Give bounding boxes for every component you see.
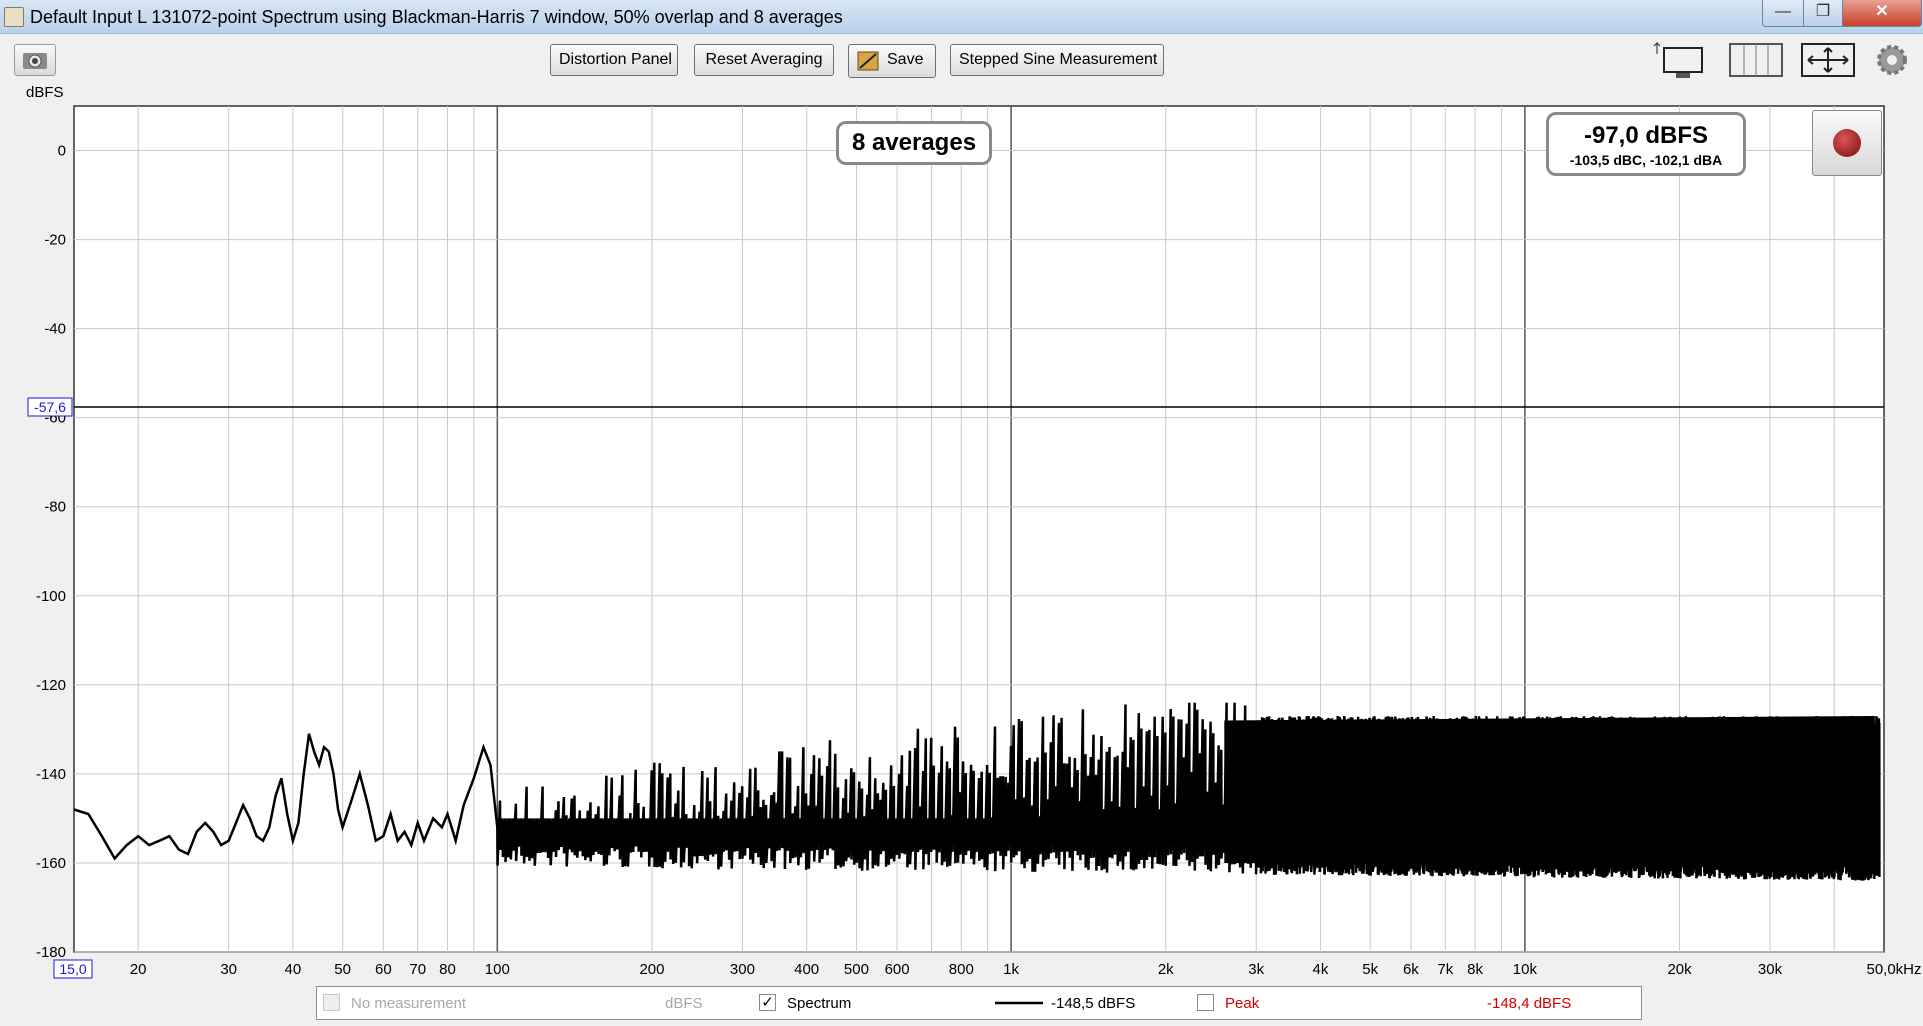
x-tick-label: 20k <box>1667 961 1692 978</box>
y-tick-label: -20 <box>44 232 66 249</box>
y-tick-labels: 0-20-40-60-80-100-120-140-160-180 <box>36 143 66 961</box>
x-tick-label: 50 <box>334 961 351 978</box>
x-tick-label: 50,0kHz <box>1866 961 1921 978</box>
x-tick-label: 2k <box>1158 961 1174 978</box>
x-tick-label: 3k <box>1248 961 1264 978</box>
level-main-value: -97,0 dBFS <box>1583 122 1709 149</box>
x-tick-label: 500 <box>844 961 869 978</box>
x-tick-label: 200 <box>639 961 664 978</box>
averages-badge: 8 averages <box>836 121 992 165</box>
no-measurement-unit: dBFS <box>665 995 703 1012</box>
y-tick-label: -160 <box>36 855 66 872</box>
x-tick-label: 800 <box>949 961 974 978</box>
y-cursor-label: -57,6 <box>34 399 66 415</box>
y-tick-label: -40 <box>44 321 66 338</box>
x-tick-label: 80 <box>439 961 456 978</box>
x-tick-label: 10k <box>1513 961 1538 978</box>
x-tick-label: 60 <box>375 961 392 978</box>
peak-legend-value: -148,4 dBFS <box>1487 995 1572 1012</box>
y-tick-label: -80 <box>44 499 66 516</box>
x-tick-label: 6k <box>1403 961 1419 978</box>
record-icon <box>1833 129 1861 157</box>
spectrum-checkbox[interactable]: ✓ <box>759 994 776 1011</box>
x-tick-label: 40 <box>285 961 302 978</box>
x-tick-label: 8k <box>1467 961 1483 978</box>
spectrum-legend-swatch <box>995 1001 1043 1005</box>
level-weighted-values: -103,5 dBC, -102,1 dBA <box>1569 152 1723 168</box>
x-cursor-label: 15,0 <box>59 961 86 977</box>
x-tick-label: 100 <box>485 961 510 978</box>
no-measurement-checkbox[interactable] <box>323 994 340 1011</box>
peak-checkbox[interactable] <box>1197 994 1214 1011</box>
y-tick-label: 0 <box>58 143 66 160</box>
x-tick-label: 30k <box>1758 961 1783 978</box>
y-tick-label: -100 <box>36 588 66 605</box>
x-tick-label: 400 <box>794 961 819 978</box>
legend-bar: No measurement dBFS ✓ Spectrum -148,5 dB… <box>316 986 1642 1020</box>
x-tick-label: 30 <box>220 961 237 978</box>
y-tick-label: -120 <box>36 677 66 694</box>
x-tick-label: 4k <box>1313 961 1329 978</box>
y-cursor-marker[interactable]: -57,6 <box>27 397 73 417</box>
checkmark-icon: ✓ <box>761 994 774 1011</box>
record-button[interactable] <box>1812 110 1882 176</box>
level-readout: -97,0 dBFS -103,5 dBC, -102,1 dBA <box>1546 112 1746 176</box>
x-tick-label: 20 <box>130 961 147 978</box>
x-cursor-marker[interactable]: 15,0 <box>53 959 93 979</box>
y-tick-label: -140 <box>36 766 66 783</box>
spectrum-legend-label: Spectrum <box>787 995 852 1012</box>
x-tick-label: 300 <box>730 961 755 978</box>
y-tick-label: -180 <box>36 944 66 961</box>
no-measurement-label: No measurement <box>351 995 467 1012</box>
x-tick-label: 1k <box>1003 961 1019 978</box>
x-tick-label: 5k <box>1362 961 1378 978</box>
x-tick-labels: 20 30 40 50 60 70 80 100 200 300 400 500 600 800 1k 2k 3… <box>130 961 1922 978</box>
x-tick-label: 600 <box>885 961 910 978</box>
spectrum-legend-value: -148,5 dBFS <box>1051 995 1136 1012</box>
peak-legend-label: Peak <box>1225 995 1260 1012</box>
x-tick-label: 7k <box>1437 961 1453 978</box>
x-tick-label: 70 <box>409 961 426 978</box>
